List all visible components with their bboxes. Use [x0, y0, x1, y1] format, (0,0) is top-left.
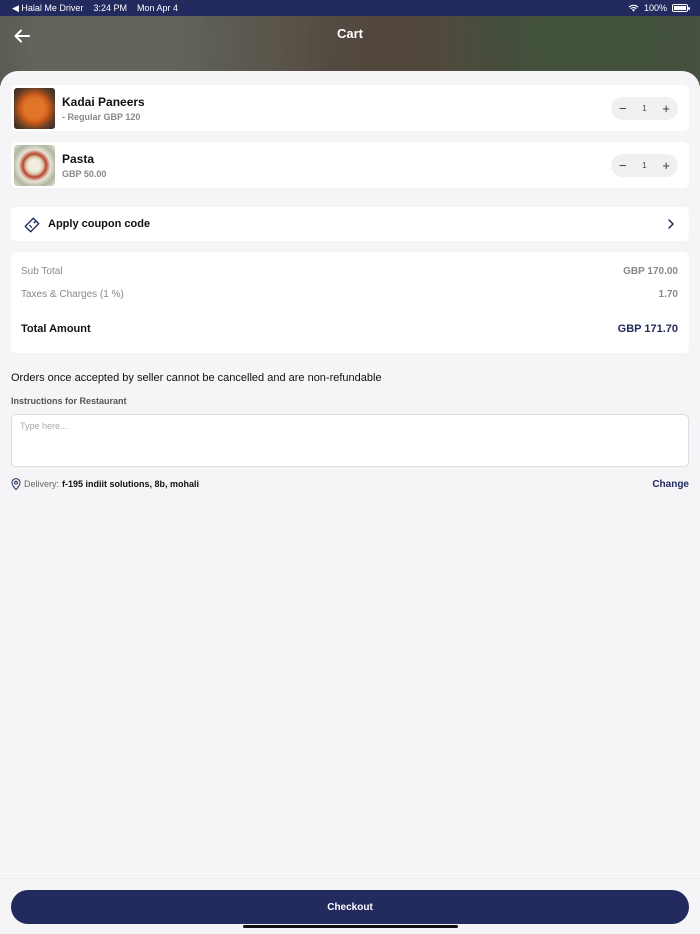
- increase-quantity-button[interactable]: +: [662, 159, 670, 172]
- checkout-button[interactable]: Checkout: [11, 890, 689, 924]
- change-address-link[interactable]: Change: [652, 479, 689, 490]
- coupon-label: Apply coupon code: [48, 218, 151, 230]
- taxes-row: Taxes & Charges (1 %) 1.70: [21, 289, 678, 300]
- restaurant-instructions-input[interactable]: [11, 414, 689, 467]
- total-label: Total Amount: [21, 323, 91, 335]
- home-indicator: [243, 925, 458, 928]
- item-name: Kadai Paneers: [62, 95, 145, 109]
- wifi-icon: [628, 4, 639, 12]
- quantity-value: 1: [642, 161, 647, 170]
- status-bar: ◀ Halal Me Driver 3:24 PM Mon Apr 4 100%: [0, 0, 700, 16]
- cart-item: Kadai Paneers - Regular GBP 120 − 1 +: [11, 85, 689, 131]
- checkout-footer: Checkout: [0, 878, 700, 934]
- refund-policy-notice: Orders once accepted by seller cannot be…: [11, 372, 382, 384]
- delivery-label: Delivery:: [24, 479, 60, 489]
- cart-item: Pasta GBP 50.00 − 1 +: [11, 142, 689, 188]
- decrease-quantity-button[interactable]: −: [619, 102, 627, 115]
- page-title: Cart: [336, 26, 363, 41]
- item-image: [14, 145, 55, 186]
- item-price: GBP 50.00: [62, 169, 107, 179]
- quantity-stepper: − 1 +: [611, 154, 678, 177]
- decrease-quantity-button[interactable]: −: [619, 159, 627, 172]
- battery-percent: 100%: [643, 3, 667, 13]
- item-image: [14, 88, 55, 129]
- delivery-address-text: f-195 indiit solutions, 8b, mohali: [62, 479, 200, 489]
- status-time: 3:24 PM: [93, 3, 127, 13]
- increase-quantity-button[interactable]: +: [662, 102, 670, 115]
- coupon-tag-icon: [24, 217, 40, 233]
- cart-sheet: Kadai Paneers - Regular GBP 120 − 1 + Pa…: [0, 71, 700, 934]
- subtotal-label: Sub Total: [21, 266, 63, 277]
- instructions-label: Instructions for Restaurant: [11, 396, 127, 406]
- taxes-value: 1.70: [658, 289, 678, 300]
- battery-icon: [672, 4, 690, 12]
- item-price: - Regular GBP 120: [62, 112, 141, 122]
- quantity-stepper: − 1 +: [611, 97, 678, 120]
- total-row: Total Amount GBP 171.70: [21, 323, 678, 335]
- bill-summary: Sub Total GBP 170.00 Taxes & Charges (1 …: [11, 252, 689, 353]
- subtotal-value: GBP 170.00: [623, 266, 678, 277]
- quantity-value: 1: [642, 104, 647, 113]
- taxes-label: Taxes & Charges (1 %): [21, 289, 124, 300]
- delivery-address: Delivery: f-195 indiit solutions, 8b, mo…: [11, 478, 199, 490]
- chevron-right-icon: [668, 219, 675, 229]
- back-to-app-link[interactable]: ◀ Halal Me Driver: [12, 3, 83, 14]
- apply-coupon-row[interactable]: Apply coupon code: [11, 207, 689, 241]
- subtotal-row: Sub Total GBP 170.00: [21, 266, 678, 277]
- total-value: GBP 171.70: [617, 323, 678, 335]
- status-date: Mon Apr 4: [136, 3, 178, 13]
- item-name: Pasta: [62, 152, 95, 166]
- location-pin-icon: [11, 478, 21, 490]
